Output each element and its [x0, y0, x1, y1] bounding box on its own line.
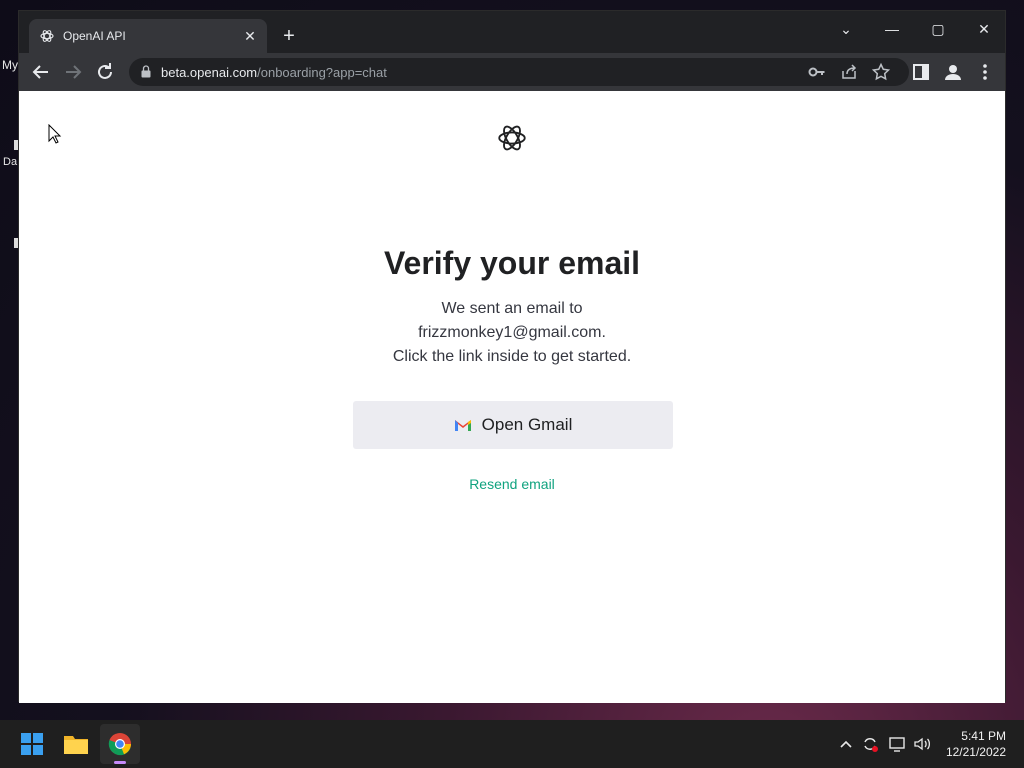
close-window-button[interactable]: ✕ [961, 15, 1007, 43]
desktop-icon-label[interactable]: Da [3, 156, 17, 168]
url-text[interactable]: beta.openai.com/onboarding?app=chat [161, 65, 387, 80]
more-menu-icon[interactable] [973, 60, 997, 84]
file-explorer-icon[interactable] [56, 724, 96, 764]
chrome-taskbar-icon[interactable] [100, 724, 140, 764]
address-bar[interactable]: beta.openai.com/onboarding?app=chat [129, 58, 909, 86]
message-line: We sent an email to [441, 300, 583, 317]
volume-icon[interactable] [912, 734, 932, 754]
openai-favicon-icon [40, 30, 54, 42]
bookmark-star-icon[interactable] [871, 62, 891, 82]
clock-date: 12/21/2022 [945, 745, 1006, 759]
page-content: Verify your email We sent an email to fr… [19, 91, 1005, 703]
mouse-cursor-icon [48, 124, 62, 144]
resend-email-link[interactable]: Resend email [19, 476, 1005, 492]
browser-toolbar: beta.openai.com/onboarding?app=chat [19, 53, 1005, 91]
key-icon[interactable] [807, 62, 827, 82]
reload-icon[interactable] [93, 60, 117, 84]
gmail-icon [454, 420, 471, 431]
lock-icon[interactable] [141, 65, 151, 78]
clock-time: 5:41 PM [961, 729, 1006, 743]
new-tab-button[interactable]: + [277, 25, 301, 49]
forward-icon[interactable] [61, 60, 85, 84]
sync-icon[interactable] [860, 734, 880, 754]
email-address: frizzmonkey1@gmail.com. [418, 324, 606, 341]
start-button-icon[interactable] [12, 724, 52, 764]
side-panel-icon[interactable] [909, 60, 933, 84]
open-gmail-button[interactable]: Open Gmail [353, 401, 673, 449]
url-host: beta.openai.com [161, 65, 258, 80]
share-icon[interactable] [839, 62, 859, 82]
show-hidden-icons-icon[interactable] [836, 734, 856, 754]
maximize-button[interactable]: ▢ [915, 15, 961, 43]
network-icon[interactable] [888, 734, 908, 754]
tab-close-icon[interactable]: ✕ [241, 27, 259, 45]
browser-window: OpenAI API ✕ + ⌄ — ▢ ✕ beta.openai.com/o… [18, 10, 1006, 703]
page-title: Verify your email [383, 245, 641, 281]
open-gmail-label: Open Gmail [481, 415, 573, 434]
verification-message: We sent an email to frizzmonkey1@gmail.c… [19, 297, 1005, 369]
back-icon[interactable] [29, 60, 53, 84]
browser-tab[interactable]: OpenAI API ✕ [29, 19, 267, 53]
tab-search-icon[interactable]: ⌄ [823, 15, 869, 43]
openai-logo-icon [498, 125, 526, 151]
url-path: /onboarding?app=chat [257, 65, 387, 80]
minimize-button[interactable]: — [869, 15, 915, 43]
system-clock[interactable]: 5:41 PM 12/21/2022 [946, 728, 1006, 760]
taskbar: 5:41 PM 12/21/2022 [0, 720, 1024, 768]
message-line: Click the link inside to get started. [392, 348, 632, 365]
profile-icon[interactable] [941, 60, 965, 84]
desktop-icon-label[interactable]: My [2, 58, 18, 72]
tab-title: OpenAI API [63, 29, 126, 43]
browser-titlebar: OpenAI API ✕ + ⌄ — ▢ ✕ [19, 11, 1005, 53]
